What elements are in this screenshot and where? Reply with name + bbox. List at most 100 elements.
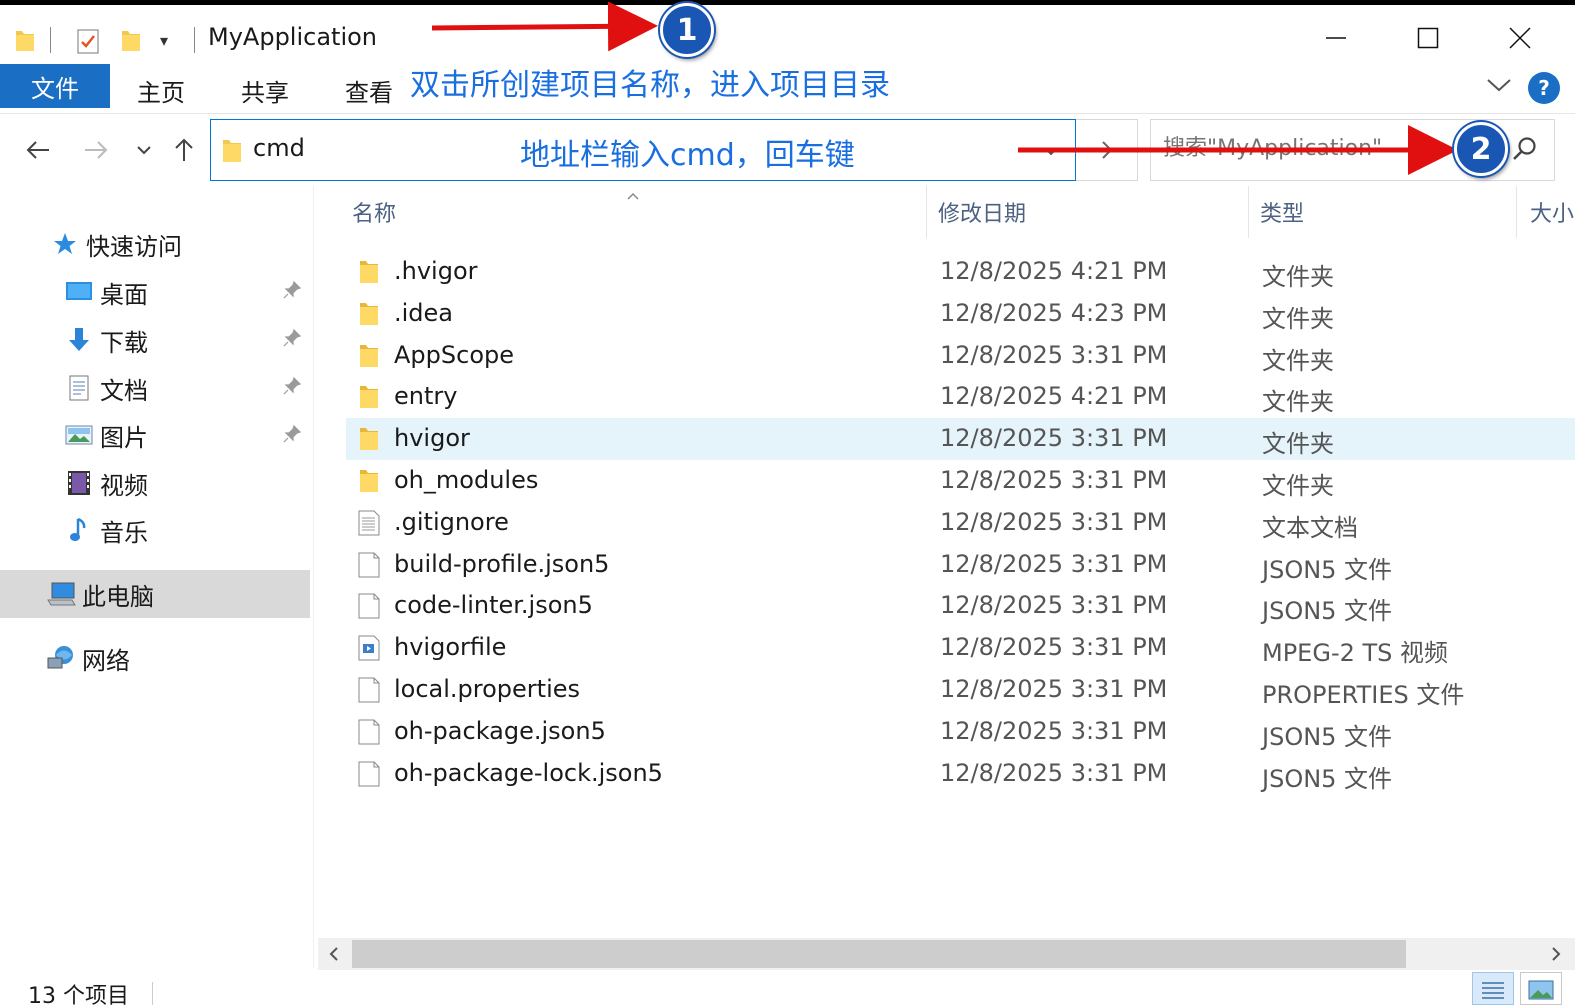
column-divider[interactable]	[926, 186, 927, 238]
network-icon	[46, 643, 76, 673]
file-name: hvigor	[394, 424, 470, 453]
file-modified-date: 12/8/2025 3:31 PM	[940, 507, 1168, 536]
sidebar-item-label: 桌面	[100, 280, 148, 309]
sidebar-item-quick-access[interactable]: 快速访问	[50, 222, 182, 266]
sidebar-item-documents[interactable]: 文档	[64, 366, 148, 410]
address-input[interactable]	[253, 134, 553, 162]
horizontal-scrollbar[interactable]	[318, 938, 1575, 970]
table-row[interactable]: code-linter.json5 12/8/2025 3:31 PM JSON5 …	[346, 585, 1575, 627]
sidebar-item-label: 图片	[100, 423, 148, 452]
sidebar-item-music[interactable]: 音乐	[64, 508, 148, 552]
table-row[interactable]: .idea 12/8/2025 4:23 PM 文件夹	[346, 293, 1575, 335]
folder-icon	[358, 301, 380, 331]
music-icon	[64, 515, 94, 545]
sidebar-item-downloads[interactable]: 下载	[64, 318, 148, 362]
scroll-right-button[interactable]	[1540, 940, 1572, 968]
new-folder-icon[interactable]	[120, 27, 142, 57]
computer-icon	[46, 579, 76, 609]
sidebar-item-videos[interactable]: 视频	[64, 461, 148, 505]
column-header-type[interactable]: 类型	[1260, 196, 1304, 228]
file-name: entry	[394, 382, 458, 411]
file-type: 文件夹	[1262, 346, 1334, 375]
file-modified-date: 12/8/2025 3:31 PM	[940, 466, 1168, 494]
navigation-pane: 快速访问 桌面 下载 文档 图片 视频 音乐 此电脑 网络	[0, 186, 314, 968]
folder-icon	[358, 259, 380, 289]
folder-icon	[221, 138, 243, 168]
sidebar-item-this-pc[interactable]: 此电脑	[46, 572, 154, 616]
file-name: .idea	[394, 298, 454, 327]
pin-icon[interactable]	[282, 328, 302, 352]
column-header-size[interactable]: 大小	[1530, 196, 1575, 228]
table-row[interactable]: build-profile.json5 12/8/2025 3:31 PM JSON…	[346, 544, 1575, 586]
step-1-instruction: 双击所创建项目名称，进入项目目录	[410, 68, 890, 103]
help-button[interactable]: ?	[1528, 72, 1560, 104]
back-button[interactable]	[22, 134, 54, 166]
column-header-date[interactable]: 修改日期	[938, 196, 1026, 228]
customize-toolbar-icon[interactable]: ▾	[160, 31, 168, 50]
file-modified-date: 12/8/2025 3:31 PM	[940, 675, 1168, 703]
search-input[interactable]	[1163, 136, 1493, 161]
scroll-left-button[interactable]	[318, 940, 350, 968]
table-row[interactable]: local.properties 12/8/2025 3:31 PM PROPERT…	[346, 669, 1575, 711]
tab-view[interactable]: 查看	[320, 68, 418, 112]
properties-icon[interactable]	[76, 27, 100, 59]
column-header-name[interactable]: 名称	[352, 196, 396, 228]
expand-ribbon-icon[interactable]	[1486, 76, 1512, 98]
up-button[interactable]	[168, 134, 200, 166]
folder-icon	[358, 468, 380, 498]
column-divider[interactable]	[1516, 186, 1517, 238]
address-dropdown-icon[interactable]	[1043, 142, 1059, 161]
table-row[interactable]: .hvigor 12/8/2025 4:21 PM 文件夹	[346, 251, 1575, 293]
file-name: oh_modules	[394, 466, 539, 494]
column-divider[interactable]	[1248, 186, 1249, 238]
table-row[interactable]: hvigor 12/8/2025 3:31 PM 文件夹	[346, 418, 1575, 461]
close-button[interactable]	[1488, 15, 1552, 61]
text-file-icon	[358, 510, 380, 540]
minimize-button[interactable]	[1304, 15, 1368, 61]
tab-home[interactable]: 主页	[112, 68, 210, 112]
tab-file[interactable]: 文件	[0, 64, 110, 108]
file-type: MPEG-2 TS 视频	[1262, 639, 1449, 668]
refresh-button[interactable]	[1076, 119, 1138, 181]
file-name: .hvigor	[394, 257, 478, 285]
file-type: 文件夹	[1262, 430, 1334, 459]
video-icon	[64, 468, 94, 498]
details-view-button[interactable]	[1472, 972, 1514, 1005]
maximize-button[interactable]	[1396, 15, 1460, 61]
table-row[interactable]: oh_modules 12/8/2025 3:31 PM 文件夹	[346, 460, 1575, 502]
sidebar-item-desktop[interactable]: 桌面	[64, 270, 148, 314]
table-row[interactable]: oh-package.json5 12/8/2025 3:31 PM JSON5 文…	[346, 711, 1575, 753]
step-1-badge: 1	[660, 3, 714, 57]
large-icons-view-button[interactable]	[1520, 972, 1562, 1005]
pin-icon[interactable]	[282, 424, 302, 448]
file-name: AppScope	[394, 340, 514, 369]
sort-indicator-icon	[626, 186, 640, 205]
file-name: code-linter.json5	[394, 591, 593, 620]
file-name: .gitignore	[394, 507, 509, 536]
sidebar-item-pictures[interactable]: 图片	[64, 413, 148, 457]
file-list: 名称 修改日期 类型 大小 .hvigor 12/8/2025 4:21 PM 文件…	[318, 186, 1575, 938]
scrollbar-thumb[interactable]	[352, 940, 1406, 968]
file-icon	[358, 552, 380, 582]
window-title: MyApplication	[208, 23, 378, 51]
file-name: hvigorfile	[394, 633, 507, 662]
recent-locations-icon[interactable]	[128, 134, 160, 166]
table-row[interactable]: hvigorfile 12/8/2025 3:31 PM MPEG-2 TS 视频	[346, 627, 1575, 669]
tab-share[interactable]: 共享	[216, 68, 314, 112]
file-icon	[358, 761, 380, 791]
table-row[interactable]: oh-package-lock.json5 12/8/2025 3:31 PM JS…	[346, 753, 1575, 795]
pin-icon[interactable]	[282, 376, 302, 400]
sidebar-item-network[interactable]: 网络	[46, 636, 130, 680]
table-row[interactable]: entry 12/8/2025 4:21 PM 文件夹	[346, 376, 1575, 418]
table-row[interactable]: .gitignore 12/8/2025 3:31 PM 文本文档	[346, 502, 1575, 544]
file-type: PROPERTIES 文件	[1262, 681, 1465, 709]
table-row[interactable]: AppScope 12/8/2025 3:31 PM 文件夹	[346, 335, 1575, 377]
step-2-instruction: 地址栏输入cmd，回车键	[520, 138, 855, 173]
pin-icon[interactable]	[282, 280, 302, 304]
sidebar-item-label: 视频	[100, 471, 148, 500]
forward-button[interactable]	[80, 134, 112, 166]
file-modified-date: 12/8/2025 3:31 PM	[940, 633, 1168, 662]
picture-icon	[64, 420, 94, 450]
search-icon[interactable]	[1512, 136, 1538, 166]
file-name: oh-package-lock.json5	[394, 758, 663, 787]
